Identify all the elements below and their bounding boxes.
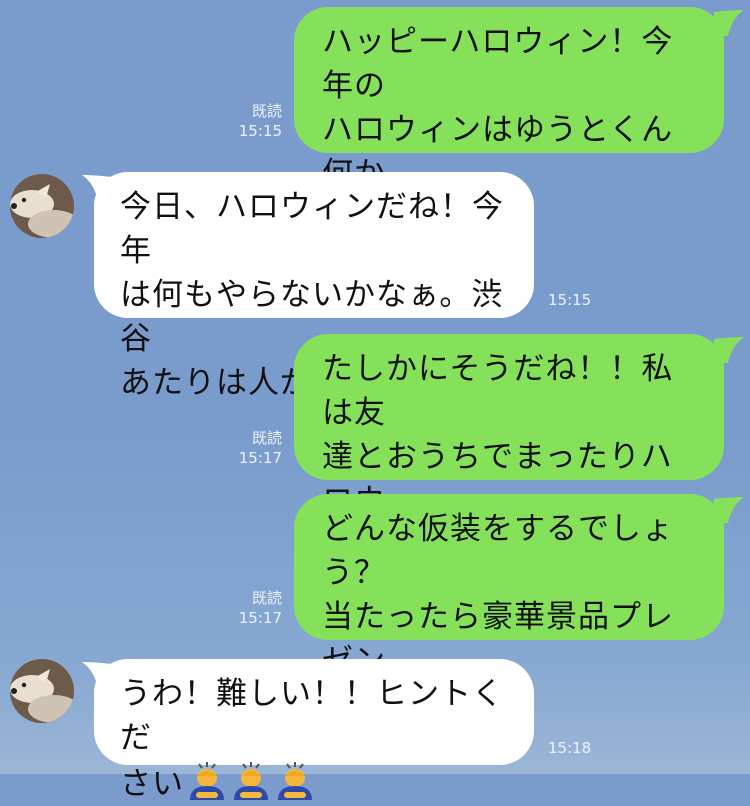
read-receipt: 既読: [251, 429, 282, 447]
message-bubble[interactable]: どんな仮装をするでしょう？ 当たったら豪華景品プレゼン ト！w: [294, 494, 724, 723]
message-meta: 既読 15:17: [224, 428, 282, 468]
timestamp: 15:17: [238, 449, 282, 467]
timestamp: 15:17: [238, 609, 282, 627]
avatar[interactable]: [10, 174, 74, 238]
timestamp: 15:15: [238, 122, 282, 140]
read-receipt: 既読: [251, 102, 282, 120]
chat-screen: { "messages": [ {"side": "sent", "text":…: [0, 0, 750, 802]
bowing-person-icon: [190, 762, 224, 800]
message-meta: 既読 15:15: [224, 101, 282, 141]
dog-photo-icon: [10, 174, 74, 238]
read-receipt: 既読: [251, 589, 282, 607]
timestamp: 15:15: [548, 291, 592, 309]
message-bubble[interactable]: うわ！難しい！！ヒントくだ さい: [94, 659, 534, 802]
message-bubble[interactable]: ハッピーハロウィン！今年の ハロウィンはゆうとくん何か やるの？: [294, 7, 724, 236]
message-meta: 既読 15:17: [224, 588, 282, 628]
timestamp: 15:18: [548, 739, 592, 757]
avatar[interactable]: [10, 659, 74, 723]
bowing-person-icon: [234, 762, 268, 800]
message-bubble[interactable]: たしかにそうだね！！私は友 達とおうちでまったりハロウ ィンする予定(^_−)−…: [294, 334, 724, 563]
bowing-person-icon: [278, 762, 312, 800]
message-bubble[interactable]: 今日、ハロウィンだね！今年 は何もやらないかなぁ。渋谷 あたりは人が凄そうだね！: [94, 172, 534, 401]
dog-photo-icon: [10, 659, 74, 723]
